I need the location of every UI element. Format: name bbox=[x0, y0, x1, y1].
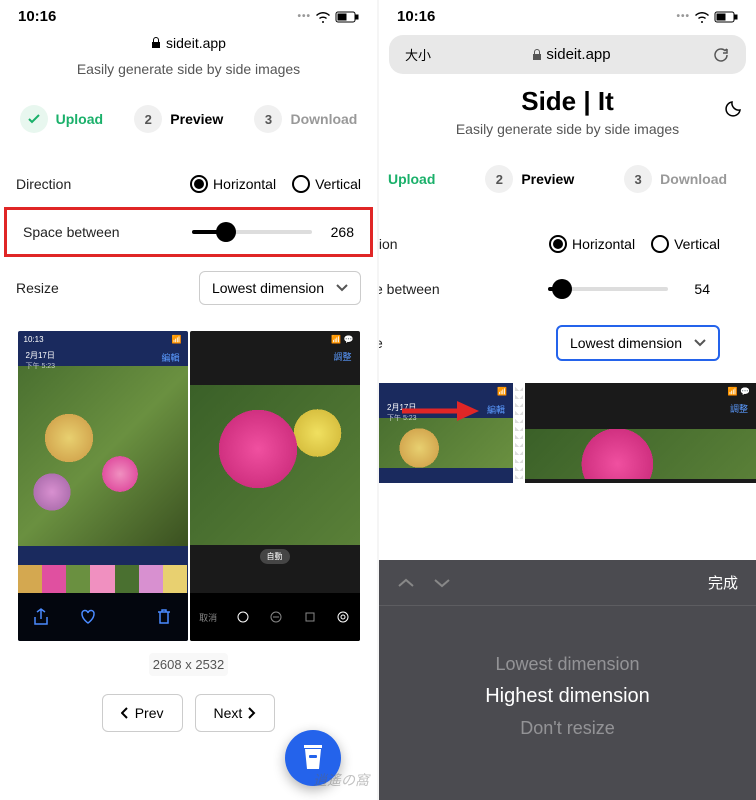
wifi-icon bbox=[315, 11, 331, 23]
step-upload[interactable]: Upload bbox=[20, 105, 103, 133]
support-button[interactable] bbox=[285, 730, 341, 786]
resize-row: Resize Lowest dimension bbox=[0, 257, 377, 319]
check-icon bbox=[27, 112, 41, 126]
space-value: 54 bbox=[680, 281, 710, 297]
chevron-down-icon bbox=[694, 339, 706, 347]
status-time: 10:16 bbox=[397, 8, 435, 25]
status-bar: 10:16 ••• bbox=[0, 0, 377, 29]
resize-label: Resize bbox=[16, 280, 59, 296]
space-slider[interactable] bbox=[192, 230, 312, 234]
radio-horizontal[interactable]: Horizontal bbox=[549, 235, 635, 253]
trash-icon bbox=[155, 608, 173, 626]
radio-vertical[interactable]: Vertical bbox=[292, 175, 361, 193]
status-icons: ••• bbox=[676, 11, 738, 23]
share-icon bbox=[32, 608, 50, 626]
chevron-down-icon bbox=[336, 284, 348, 292]
highlight-annotation: Space between 268 bbox=[4, 207, 373, 257]
picker-option[interactable]: Highest dimension bbox=[485, 685, 650, 708]
prev-button[interactable]: Prev bbox=[102, 694, 183, 732]
chevron-left-icon bbox=[121, 707, 129, 719]
direction-row: tion Horizontal Vertical bbox=[379, 221, 756, 267]
status-bar: 10:16 ••• bbox=[379, 0, 756, 29]
space-row: e between 54 bbox=[379, 267, 756, 311]
url-text: sideit.app bbox=[166, 35, 226, 51]
dimensions-label: 2608 x 2532 bbox=[149, 653, 229, 676]
picker-down-icon[interactable] bbox=[433, 577, 451, 589]
direction-label: Direction bbox=[16, 176, 71, 192]
cup-icon bbox=[300, 743, 326, 773]
direction-row: Direction Horizontal Vertical bbox=[0, 161, 377, 207]
battery-icon bbox=[714, 11, 738, 23]
dark-mode-toggle[interactable] bbox=[724, 98, 744, 123]
resize-select[interactable]: Lowest dimension bbox=[199, 271, 361, 305]
app-subtitle: Easily generate side by side images bbox=[0, 61, 377, 77]
preview-image-2: 📶 💬 調整 bbox=[525, 383, 756, 483]
step-upload[interactable]: Upload bbox=[388, 171, 435, 187]
preview-area: 10:13 📶 2月17日 下午 5:23 編輯 📶 💬 調整 bbox=[0, 319, 377, 653]
wifi-icon bbox=[694, 11, 710, 23]
heart-icon bbox=[79, 608, 97, 626]
reload-icon[interactable] bbox=[712, 46, 730, 64]
arrow-annotation bbox=[397, 396, 487, 426]
radio-vertical[interactable]: Vertical bbox=[651, 235, 720, 253]
picker-overlay: 完成 Lowest dimension Highest dimension Do… bbox=[379, 560, 756, 800]
picker-done-button[interactable]: 完成 bbox=[708, 572, 738, 593]
url-bar: sideit.app bbox=[0, 29, 377, 57]
space-value: 268 bbox=[324, 224, 354, 240]
space-slider[interactable] bbox=[548, 287, 668, 291]
status-time: 10:16 bbox=[18, 8, 56, 25]
picker-up-icon[interactable] bbox=[397, 577, 415, 589]
chevron-right-icon bbox=[248, 707, 256, 719]
app-title: Side | It bbox=[379, 86, 756, 117]
step-download[interactable]: 3 Download bbox=[624, 165, 727, 193]
next-button[interactable]: Next bbox=[195, 694, 276, 732]
preview-area: 📶 2月17日下午 5:23 編輯 📶 💬 調整 bbox=[379, 375, 756, 483]
app-subtitle: Easily generate side by side images bbox=[379, 121, 756, 137]
left-screenshot: 10:16 ••• sideit.app Easily generate sid… bbox=[0, 0, 377, 800]
preview-image-1: 10:13 📶 2月17日 下午 5:23 編輯 bbox=[18, 331, 188, 641]
status-icons: ••• bbox=[297, 11, 359, 23]
step-preview[interactable]: 2 Preview bbox=[134, 105, 223, 133]
picker-option[interactable]: Lowest dimension bbox=[495, 654, 639, 675]
lock-icon bbox=[532, 49, 542, 61]
url-bar[interactable]: 大小 sideit.app bbox=[389, 35, 746, 74]
lock-icon bbox=[151, 37, 161, 49]
url-text: sideit.app bbox=[546, 46, 610, 63]
preview-image-2: 📶 💬 調整 自動 取消 bbox=[190, 331, 360, 641]
resize-row: e Lowest dimension bbox=[379, 311, 756, 375]
step-download[interactable]: 3 Download bbox=[254, 105, 357, 133]
steps-nav: Upload 2 Preview 3 Download bbox=[0, 97, 377, 141]
battery-icon bbox=[335, 11, 359, 23]
picker-wheel[interactable]: Lowest dimension Highest dimension Don't… bbox=[379, 606, 756, 786]
text-size-button[interactable]: 大小 bbox=[405, 45, 431, 64]
step-preview[interactable]: 2 Preview bbox=[485, 165, 574, 193]
space-label: Space between bbox=[23, 224, 120, 240]
moon-icon bbox=[724, 98, 744, 118]
radio-horizontal[interactable]: Horizontal bbox=[190, 175, 276, 193]
right-screenshot: 10:16 ••• 大小 sideit.app Side | It Easily… bbox=[379, 0, 756, 800]
steps-nav: Upload 2 Preview 3 Download bbox=[379, 157, 756, 201]
picker-option[interactable]: Don't resize bbox=[520, 718, 614, 739]
space-row: Space between 268 bbox=[7, 210, 370, 254]
resize-select[interactable]: Lowest dimension bbox=[556, 325, 720, 361]
